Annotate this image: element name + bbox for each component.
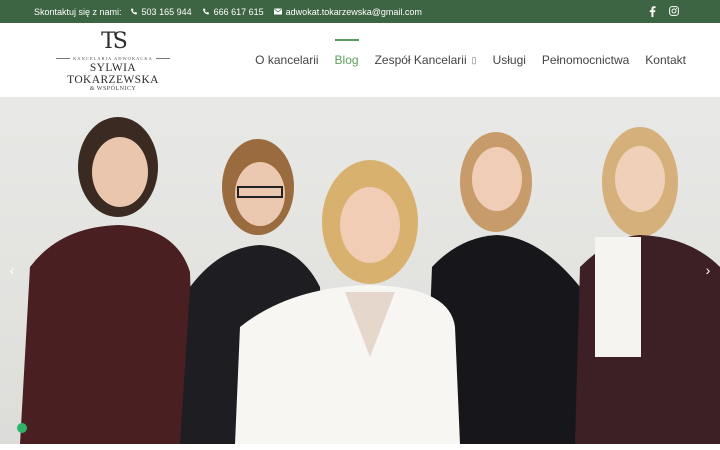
- nav-label: O kancelarii: [255, 53, 319, 67]
- site-header: TS KANCELARIA ADWOKACKA SYLWIA TOKARZEWS…: [0, 23, 720, 97]
- nav-label: Zespół Kancelarii: [374, 53, 467, 67]
- phone-2-text: 666 617 615: [213, 6, 264, 17]
- whatsapp-chat-icon[interactable]: [17, 423, 27, 433]
- logo-small-text: KANCELARIA ADWOKACKA: [48, 56, 178, 61]
- email-link[interactable]: adwokat.tokarzewska@gmail.com: [273, 6, 422, 17]
- nav-item-zespol[interactable]: Zespół Kancelarii ▯: [375, 53, 477, 67]
- logo[interactable]: TS KANCELARIA ADWOKACKA SYLWIA TOKARZEWS…: [48, 29, 178, 92]
- phone-1[interactable]: 503 165 944: [130, 7, 192, 17]
- nav-label: Blog: [334, 53, 359, 67]
- chevron-down-icon: ▯: [471, 54, 477, 65]
- nav-label: Kontakt: [645, 53, 686, 67]
- hero-slider: ‹ ›: [0, 97, 720, 444]
- phone-1-text: 503 165 944: [141, 6, 192, 17]
- logo-sub: & WSPÓLNICY: [89, 86, 137, 92]
- instagram-icon[interactable]: [668, 5, 680, 17]
- nav-label: Usługi: [492, 53, 526, 67]
- contact-label: Skontaktuj się z nami:: [34, 6, 122, 17]
- slider-prev-arrow[interactable]: ‹: [4, 262, 20, 278]
- envelope-icon: [273, 8, 282, 15]
- social-links: [646, 5, 680, 17]
- logo-name: SYLWIA TOKARZEWSKA: [67, 62, 159, 86]
- top-bar: Skontaktuj się z nami: 503 165 944 666 6…: [0, 0, 720, 23]
- team-photo: [20, 117, 720, 444]
- nav-item-uslugi[interactable]: Usługi: [493, 53, 526, 67]
- phone-icon: [202, 8, 209, 14]
- nav-item-pelnomocnictwa[interactable]: Pełnomocnictwa: [542, 53, 629, 67]
- slider-next-arrow[interactable]: ›: [700, 262, 716, 278]
- nav-item-o-kancelarii[interactable]: O kancelarii: [255, 53, 318, 67]
- email-text: adwokat.tokarzewska@gmail.com: [285, 6, 422, 17]
- nav-item-kontakt[interactable]: Kontakt: [645, 53, 686, 67]
- nav-label: Pełnomocnictwa: [541, 53, 630, 67]
- phone-icon: [130, 8, 137, 14]
- logo-monogram: TS: [101, 29, 128, 54]
- phone-2[interactable]: 666 617 615: [202, 7, 264, 17]
- nav-item-blog[interactable]: Blog: [334, 39, 359, 67]
- main-nav: O kancelarii Blog Zespół Kancelarii ▯ Usł…: [239, 39, 686, 67]
- contact-info: Skontaktuj się z nami: 503 165 944 666 6…: [34, 7, 432, 17]
- facebook-icon[interactable]: [646, 5, 658, 17]
